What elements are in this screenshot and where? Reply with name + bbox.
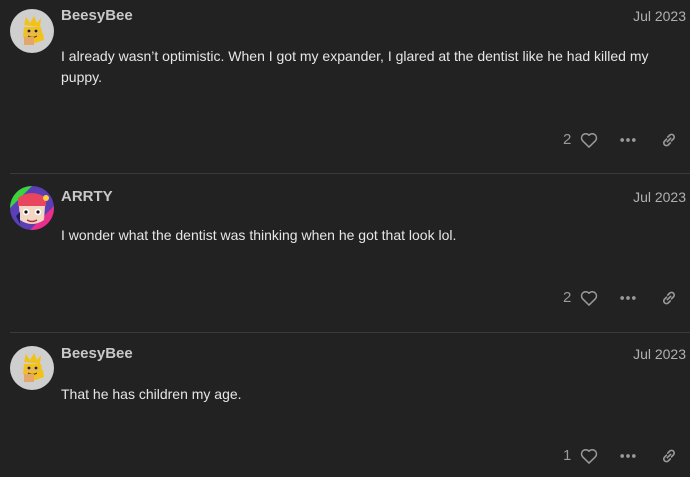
avatar[interactable] (10, 346, 54, 390)
bee-avatar-icon (10, 9, 54, 53)
bee-avatar-icon (10, 346, 54, 390)
like-count[interactable]: 1 (563, 447, 571, 464)
post-actions: 1 (560, 444, 690, 468)
heart-icon[interactable] (579, 288, 599, 308)
post-date[interactable]: Jul 2023 (633, 346, 686, 362)
avatar[interactable] (10, 9, 54, 53)
like-count[interactable]: 2 (563, 131, 571, 148)
more-icon[interactable] (618, 288, 638, 308)
cartoon-avatar-icon (10, 186, 54, 230)
heart-icon[interactable] (579, 446, 599, 466)
link-icon[interactable] (659, 288, 679, 308)
avatar[interactable] (10, 186, 54, 230)
like-count[interactable]: 2 (563, 289, 571, 306)
post-actions: 2 (560, 286, 690, 310)
post-body: I wonder what the dentist was thinking w… (61, 227, 457, 243)
post-1: BeesyBee Jul 2023 I already wasn’t optim… (0, 0, 690, 173)
more-icon[interactable] (618, 130, 638, 150)
username[interactable]: BeesyBee (61, 345, 133, 362)
username[interactable]: ARRTY (61, 188, 113, 205)
post-3: BeesyBee Jul 2023 That he has children m… (0, 333, 690, 477)
post-actions: 2 (560, 128, 690, 152)
link-icon[interactable] (659, 130, 679, 150)
link-icon[interactable] (659, 446, 679, 466)
heart-icon[interactable] (579, 130, 599, 150)
post-2: ARRTY Jul 2023 I wonder what the dentist… (0, 174, 690, 332)
post-body: I already wasn’t optimistic. When I got … (61, 48, 649, 85)
username[interactable]: BeesyBee (61, 7, 133, 24)
more-icon[interactable] (618, 446, 638, 466)
post-body: That he has children my age. (61, 386, 242, 402)
post-date[interactable]: Jul 2023 (633, 189, 686, 205)
post-date[interactable]: Jul 2023 (633, 8, 686, 24)
